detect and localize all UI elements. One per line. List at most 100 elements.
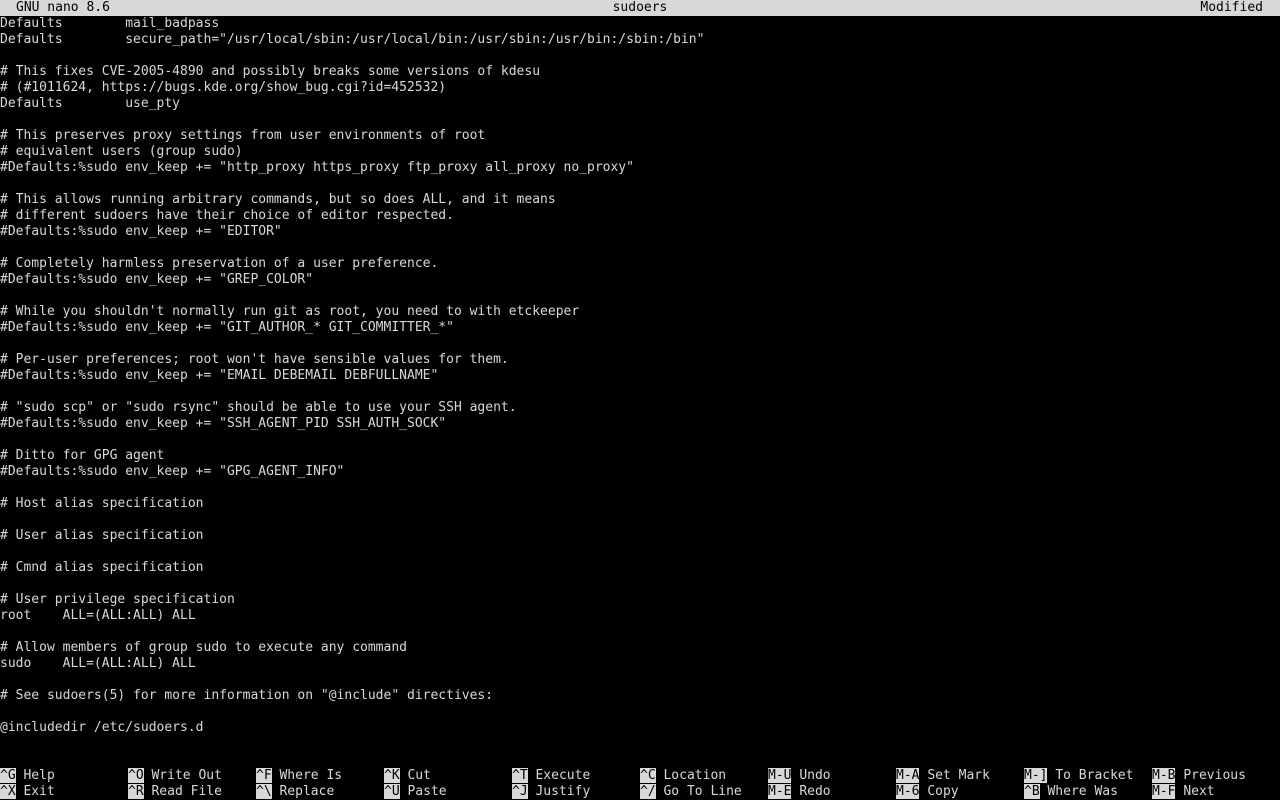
editor-line[interactable]: # While you shouldn't normally run git a… [0,304,1280,320]
shortcut-undo[interactable]: M-U Undo [768,768,831,784]
editor-line[interactable] [0,736,1280,752]
shortcut-key: ^X [0,784,16,799]
shortcut-label: Undo [799,768,831,783]
editor-line[interactable]: #Defaults:%sudo env_keep += "http_proxy … [0,160,1280,176]
editor-line[interactable]: # Allow members of group sudo to execute… [0,640,1280,656]
shortcut-label: Previous [1183,768,1246,783]
editor-line[interactable] [0,112,1280,128]
editor-line[interactable]: # This preserves proxy settings from use… [0,128,1280,144]
shortcut-key: ^O [128,768,144,783]
shortcut-key: M-B [1152,768,1176,783]
shortcut-location[interactable]: ^C Location [640,768,726,784]
editor-line[interactable]: Defaults secure_path="/usr/local/sbin:/u… [0,32,1280,48]
modified-status: Modified [1200,0,1263,15]
editor-line[interactable]: Defaults use_pty [0,96,1280,112]
text-editing-area[interactable]: Defaults mail_badpass Defaults secure_pat… [0,16,1280,760]
editor-line[interactable] [0,624,1280,640]
editor-line[interactable]: #Defaults:%sudo env_keep += "GPG_AGENT_I… [0,464,1280,480]
shortcut-label: Copy [927,784,959,799]
editor-line[interactable] [0,336,1280,352]
editor-line[interactable] [0,704,1280,720]
editor-line[interactable]: Defaults mail_badpass [0,16,1280,32]
shortcut-label: Redo [799,784,831,799]
editor-line[interactable]: # This fixes CVE-2005-4890 and possibly … [0,64,1280,80]
shortcut-read-file[interactable]: ^R Read File [128,784,222,800]
editor-line[interactable]: #Defaults:%sudo env_keep += "EDITOR" [0,224,1280,240]
shortcut-label: Next [1183,784,1215,799]
shortcut-label: Paste [407,784,447,799]
shortcut-label: Replace [279,784,335,799]
editor-line[interactable] [0,480,1280,496]
shortcut-key: M-6 [896,784,920,799]
editor-line[interactable]: # different sudoers have their choice of… [0,208,1280,224]
editor-line[interactable]: @includedir /etc/sudoers.d [0,720,1280,736]
shortcut-write-out[interactable]: ^O Write Out [128,768,222,784]
shortcut-label: Location [663,768,727,783]
editor-line[interactable]: # Host alias specification [0,496,1280,512]
editor-line[interactable]: # See sudoers(5) for more information on… [0,688,1280,704]
shortcut-key: ^J [512,784,528,799]
editor-line[interactable]: # Completely harmless preservation of a … [0,256,1280,272]
editor-line[interactable]: # User alias specification [0,528,1280,544]
editor-line[interactable]: # "sudo scp" or "sudo rsync" should be a… [0,400,1280,416]
editor-line[interactable] [0,240,1280,256]
shortcut-cut[interactable]: ^K Cut [384,768,431,784]
editor-line[interactable]: # equivalent users (group sudo) [0,144,1280,160]
open-filename: sudoers [612,0,668,15]
shortcut-where-is[interactable]: ^F Where Is [256,768,342,784]
shortcut-where-was[interactable]: ^B Where Was [1024,784,1118,800]
editor-line[interactable] [0,512,1280,528]
editor-line[interactable]: # Cmnd alias specification [0,560,1280,576]
shortcut-label: Justify [535,784,591,799]
shortcut-key: ^\ [256,784,272,799]
shortcut-go-to-line[interactable]: ^/ Go To Line [640,784,742,800]
shortcut-key: ^K [384,768,400,783]
shortcut-label: Help [23,768,55,783]
editor-line[interactable] [0,176,1280,192]
shortcut-key: ^T [512,768,528,783]
shortcut-exit[interactable]: ^X Exit [0,784,55,800]
editor-line[interactable] [0,384,1280,400]
shortcut-justify[interactable]: ^J Justify [512,784,590,800]
editor-line[interactable]: # User privilege specification [0,592,1280,608]
shortcut-paste[interactable]: ^U Paste [384,784,447,800]
shortcut-key: ^R [128,784,144,799]
shortcut-label: Where Was [1047,784,1118,799]
shortcut-copy[interactable]: M-6 Copy [896,784,959,800]
shortcut-label: Go To Line [663,784,742,799]
shortcut-key: ^C [640,768,656,783]
shortcut-to-bracket[interactable]: M-] To Bracket [1024,768,1134,784]
editor-line[interactable]: # (#1011624, https://bugs.kde.org/show_b… [0,80,1280,96]
shortcut-label: Read File [151,784,222,799]
editor-line[interactable] [0,544,1280,560]
editor-line[interactable] [0,432,1280,448]
editor-line[interactable]: # Per-user preferences; root won't have … [0,352,1280,368]
editor-line[interactable]: root ALL=(ALL:ALL) ALL [0,608,1280,624]
editor-line[interactable]: #Defaults:%sudo env_keep += "EMAIL DEBEM… [0,368,1280,384]
shortcut-next[interactable]: M-F Next [1152,784,1215,800]
shortcut-key: M-A [896,768,920,783]
shortcut-set-mark[interactable]: M-A Set Mark [896,768,990,784]
editor-line[interactable]: # This allows running arbitrary commands… [0,192,1280,208]
shortcut-label: Set Mark [927,768,990,783]
editor-line[interactable]: #Defaults:%sudo env_keep += "SSH_AGENT_P… [0,416,1280,432]
shortcut-previous[interactable]: M-B Previous [1152,768,1246,784]
shortcut-key: ^B [1024,784,1040,799]
editor-line[interactable]: #Defaults:%sudo env_keep += "GREP_COLOR" [0,272,1280,288]
shortcut-key: M-E [768,784,792,799]
editor-line[interactable]: # Ditto for GPG agent [0,448,1280,464]
shortcut-label: Execute [535,768,591,783]
shortcut-help[interactable]: ^G Help [0,768,55,784]
editor-line[interactable] [0,672,1280,688]
shortcut-key: ^F [256,768,272,783]
shortcut-replace[interactable]: ^\ Replace [256,784,334,800]
editor-line[interactable]: sudo ALL=(ALL:ALL) ALL [0,656,1280,672]
editor-line[interactable] [0,288,1280,304]
shortcut-execute[interactable]: ^T Execute [512,768,590,784]
editor-line[interactable] [0,48,1280,64]
shortcut-label: Cut [407,768,431,783]
editor-line[interactable] [0,576,1280,592]
editor-line[interactable]: #Defaults:%sudo env_keep += "GIT_AUTHOR_… [0,320,1280,336]
shortcut-key: ^/ [640,784,656,799]
shortcut-redo[interactable]: M-E Redo [768,784,831,800]
